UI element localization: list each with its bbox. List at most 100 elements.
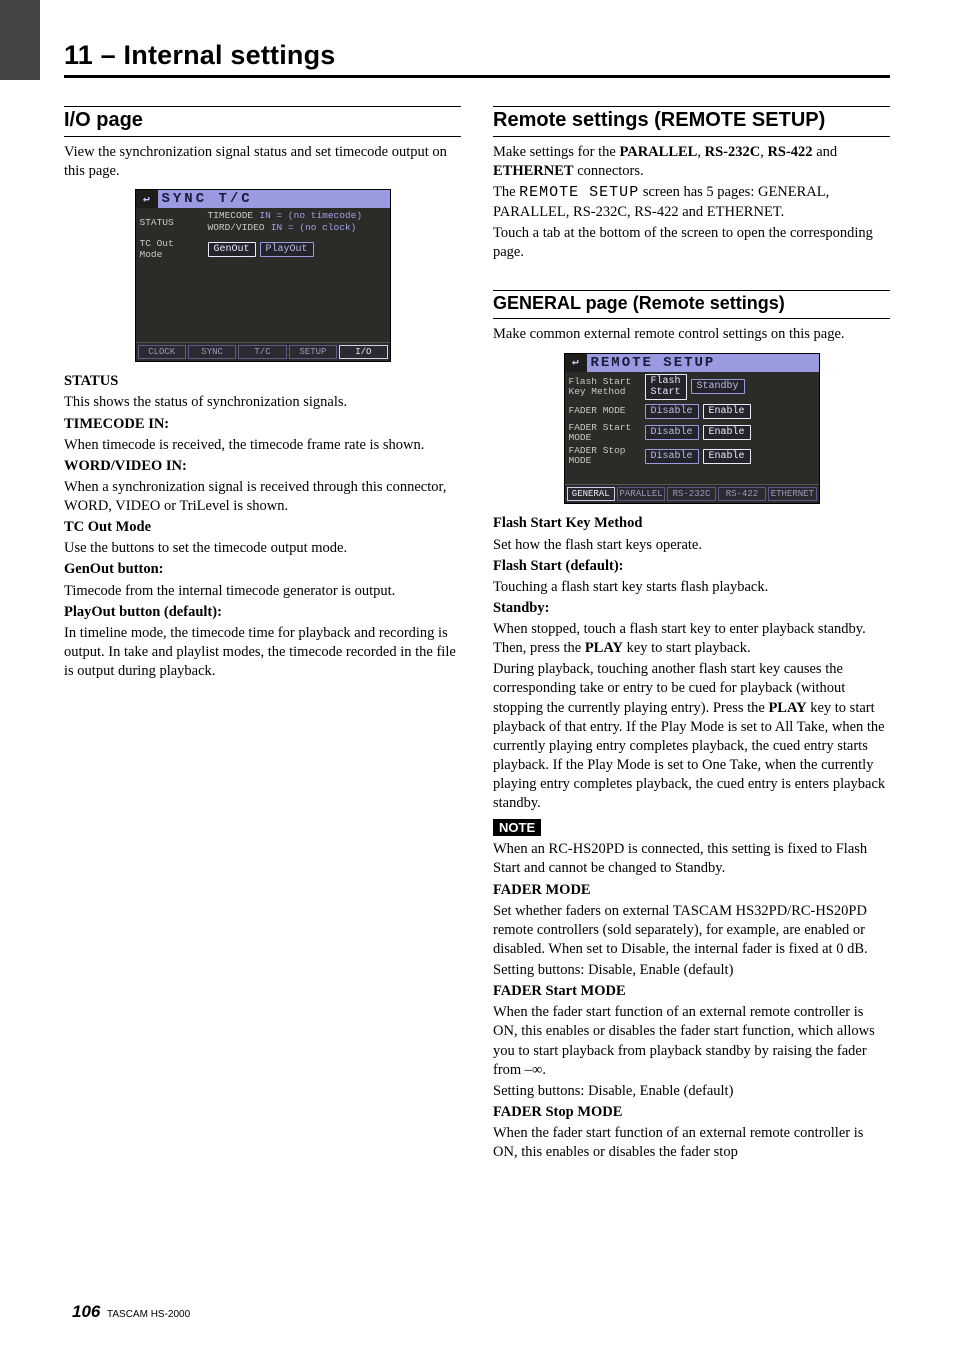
tc-label: TIMECODE xyxy=(208,210,254,221)
row-label: FADER MODE xyxy=(569,406,641,416)
remote-setup-title: REMOTE SETUP xyxy=(587,354,819,372)
note-block: NOTE xyxy=(493,815,890,838)
tab-ethernet[interactable]: ETHERNET xyxy=(768,487,816,501)
t: , xyxy=(697,144,704,160)
row-label: Flash Start Key Method xyxy=(569,377,641,397)
status-section: STATUS This shows the status of synchron… xyxy=(64,372,461,516)
fader-stop-heading: FADER Stop MODE xyxy=(493,1103,890,1122)
chapter-title: 11 – Internal settings xyxy=(64,40,890,71)
fader-start-text-2: Setting buttons: Disable, Enable (defaul… xyxy=(493,1082,890,1101)
tab-rs232c[interactable]: RS-232C xyxy=(667,487,715,501)
status-text: This shows the status of synchronization… xyxy=(64,393,461,412)
genout-heading: GenOut button: xyxy=(64,560,461,579)
general-page-heading: GENERAL page (Remote settings) xyxy=(493,293,890,314)
sync-tc-title: SYNC T/C xyxy=(158,190,390,208)
disable-button[interactable]: Disable xyxy=(645,404,699,419)
spacer xyxy=(565,468,819,484)
page-number: 106 xyxy=(72,1302,100,1321)
home-icon: ↩ xyxy=(136,190,158,208)
remote-intro-3: Touch a tab at the bottom of the screen … xyxy=(493,224,890,262)
sync-tc-body-spacer xyxy=(136,262,390,342)
tab-setup[interactable]: SETUP xyxy=(289,345,337,359)
tc-out-mode-text: Use the buttons to set the timecode outp… xyxy=(64,539,461,558)
row-fader-mode: FADER MODE Disable Enable xyxy=(565,402,819,421)
general-page-heading-rule: GENERAL page (Remote settings) xyxy=(493,290,890,319)
remote-setup-tabbar: GENERAL PARALLEL RS-232C RS-422 ETHERNET xyxy=(565,484,819,503)
rs422-name: RS-422 xyxy=(767,144,812,160)
genout-button[interactable]: GenOut xyxy=(208,242,256,257)
remote-intro-2: The REMOTE SETUP screen has 5 pages: GEN… xyxy=(493,183,890,222)
wordvideo-in-heading: WORD/VIDEO IN: xyxy=(64,457,461,476)
remote-intro-1: Make settings for the PARALLEL, RS-232C,… xyxy=(493,143,890,181)
row-flash-start: Flash Start Key Method Flash Start Stand… xyxy=(565,372,819,402)
io-intro: View the synchronization signal status a… xyxy=(64,143,461,181)
ethernet-name: ETHERNET xyxy=(493,163,574,179)
playout-button[interactable]: PlayOut xyxy=(260,242,314,257)
t: key to start playback of that entry. If … xyxy=(493,700,885,812)
row-fader-stop: FADER Stop MODE Disable Enable xyxy=(565,444,819,468)
fader-mode-text-2: Setting buttons: Disable, Enable (defaul… xyxy=(493,961,890,980)
disable-button[interactable]: Disable xyxy=(645,425,699,440)
tab-tc[interactable]: T/C xyxy=(238,345,286,359)
t: connectors. xyxy=(574,163,644,179)
genout-text: Timecode from the internal timecode gene… xyxy=(64,582,461,601)
wv-label: WORD/VIDEO xyxy=(208,222,265,233)
standby-text-1: When stopped, touch a flash start key to… xyxy=(493,620,890,658)
remote-setup-screenshot: ↩ REMOTE SETUP Flash Start Key Method Fl… xyxy=(564,353,820,505)
remote-heading: Remote settings (REMOTE SETUP) xyxy=(493,109,890,132)
general-page-intro-text: Make common external remote control sett… xyxy=(493,325,890,344)
status-values: TIMECODE IN = (no timecode) WORD/VIDEO I… xyxy=(208,210,363,234)
tab-general[interactable]: GENERAL xyxy=(567,487,615,501)
tab-io[interactable]: I/O xyxy=(339,345,387,359)
disable-button[interactable]: Disable xyxy=(645,449,699,464)
general-page-intro: Make common external remote control sett… xyxy=(493,325,890,344)
fader-stop-text: When the fader start function of an exte… xyxy=(493,1124,890,1162)
fader-stop-section: FADER Stop MODE When the fader start fun… xyxy=(493,1103,890,1162)
remote-heading-rule: Remote settings (REMOTE SETUP) xyxy=(493,106,890,137)
flash-start-text: Set how the flash start keys operate. xyxy=(493,536,890,555)
wv-value: IN = (no clock) xyxy=(271,222,357,233)
status-label: STATUS xyxy=(140,217,204,228)
tab-sync[interactable]: SYNC xyxy=(188,345,236,359)
fader-mode-section: FADER MODE Set whether faders on externa… xyxy=(493,881,890,981)
enable-button[interactable]: Enable xyxy=(703,425,751,440)
tab-parallel[interactable]: PARALLEL xyxy=(617,487,665,501)
sync-tc-tabbar: CLOCK SYNC T/C SETUP I/O xyxy=(136,342,390,361)
tc-value: IN = (no timecode) xyxy=(259,210,362,221)
enable-button[interactable]: Enable xyxy=(703,449,751,464)
standby-button[interactable]: Standby xyxy=(691,379,745,394)
timecode-in-heading: TIMECODE IN: xyxy=(64,415,461,434)
tc-out-mode-section: TC Out Mode Use the buttons to set the t… xyxy=(64,518,461,681)
t: and xyxy=(813,144,838,160)
enable-button[interactable]: Enable xyxy=(703,404,751,419)
tab-rs422[interactable]: RS-422 xyxy=(718,487,766,501)
tab-clock[interactable]: CLOCK xyxy=(138,345,186,359)
io-page-heading-rule: I/O page xyxy=(64,106,461,137)
home-icon: ↩ xyxy=(565,354,587,372)
parallel-name: PARALLEL xyxy=(619,144,697,160)
fader-mode-heading: FADER MODE xyxy=(493,881,890,900)
sync-tc-screenshot: ↩ SYNC T/C STATUS TIMECODE IN = (no time… xyxy=(135,189,391,362)
standby-text-2: During playback, touching another flash … xyxy=(493,660,890,813)
flash-start-default-heading: Flash Start (default): xyxy=(493,557,890,576)
flash-start-section: Flash Start Key Method Set how the flash… xyxy=(493,514,890,813)
rs232c-name: RS-232C xyxy=(705,144,761,160)
col-left: I/O page View the synchronization signal… xyxy=(64,106,461,1164)
flash-start-button[interactable]: Flash Start xyxy=(645,374,687,400)
remote-intro: Make settings for the PARALLEL, RS-232C,… xyxy=(493,143,890,262)
row-fader-start: FADER Start MODE Disable Enable xyxy=(565,421,819,445)
standby-heading: Standby: xyxy=(493,599,890,618)
playout-text: In timeline mode, the timecode time for … xyxy=(64,624,461,681)
note-label: NOTE xyxy=(493,819,541,836)
fader-start-heading: FADER Start MODE xyxy=(493,982,890,1001)
gap xyxy=(493,264,890,284)
play-key: PLAY xyxy=(585,640,623,656)
sync-tc-titlebar: ↩ SYNC T/C xyxy=(136,190,390,208)
fader-start-section: FADER Start MODE When the fader start fu… xyxy=(493,982,890,1101)
t: The xyxy=(493,184,519,200)
note-text-block: When an RC-HS20PD is connected, this set… xyxy=(493,840,890,878)
tc-out-mode-heading: TC Out Mode xyxy=(64,518,461,537)
tc-out-mode-label: TC Out Mode xyxy=(140,238,204,260)
col-right: Remote settings (REMOTE SETUP) Make sett… xyxy=(493,106,890,1164)
columns: I/O page View the synchronization signal… xyxy=(64,106,890,1164)
